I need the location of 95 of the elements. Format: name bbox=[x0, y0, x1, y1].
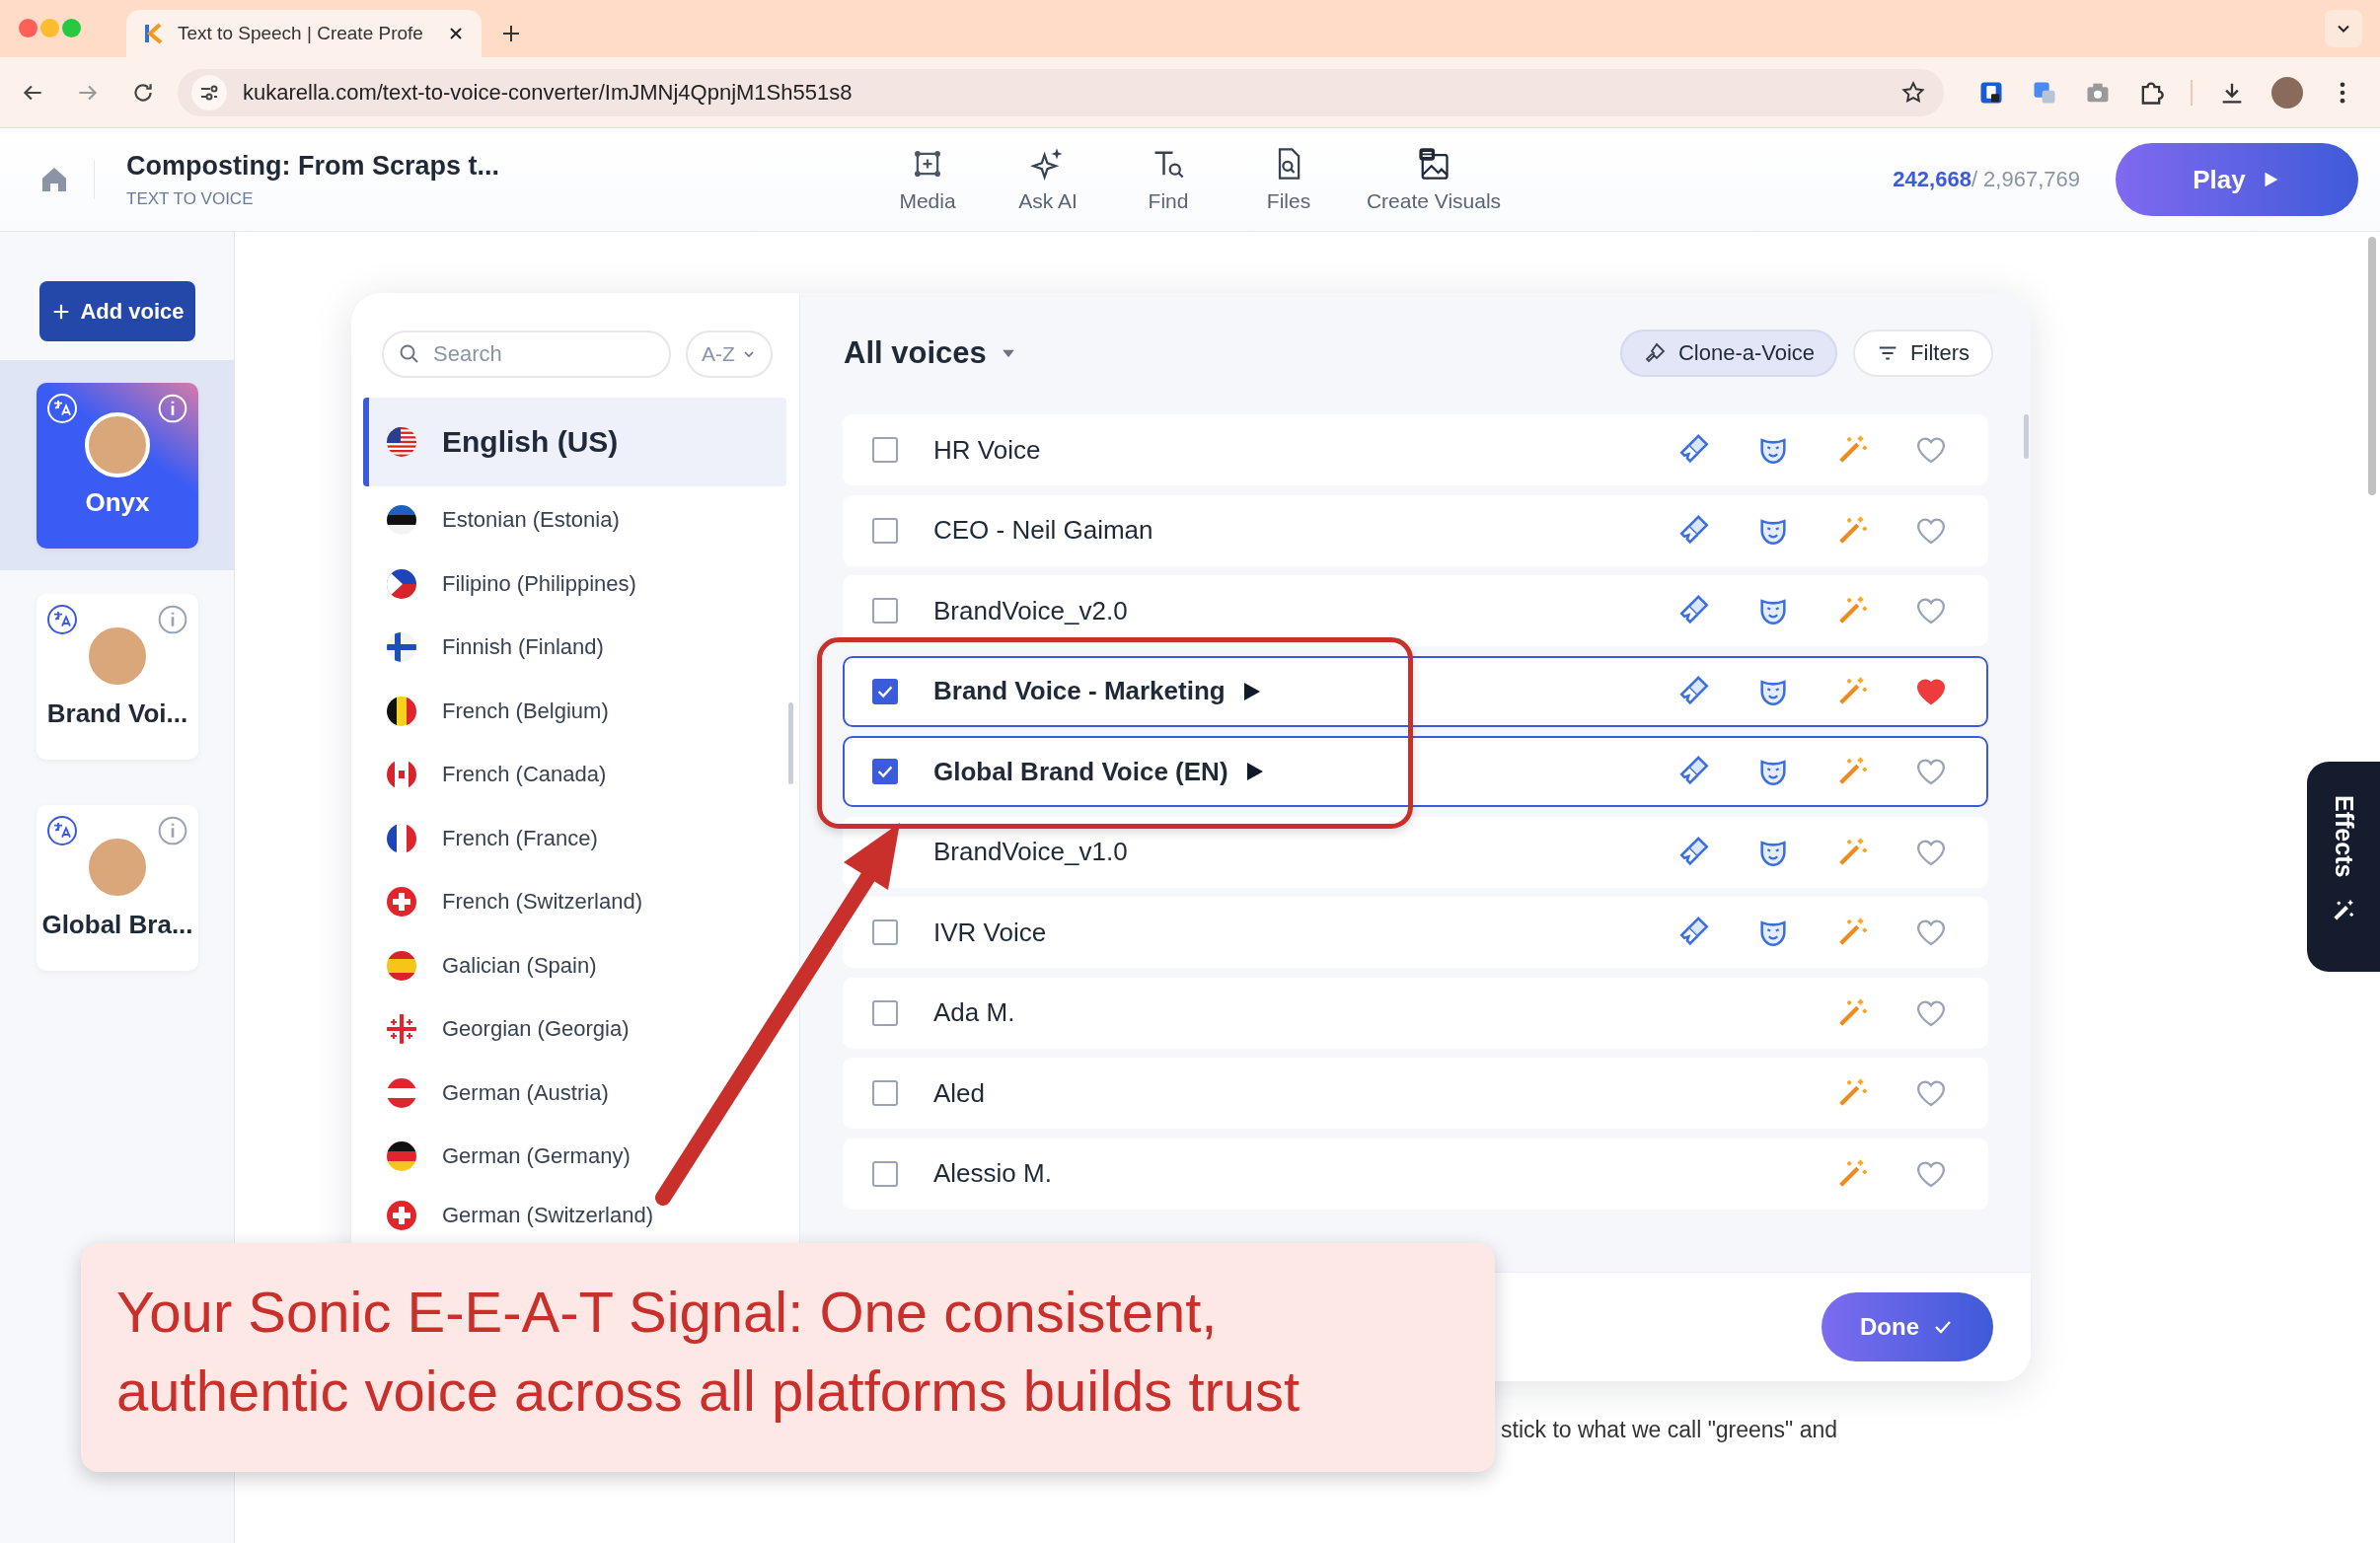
callout-text: Your Sonic E-E-A-T Signal: One consistent, authentic voice across all platforms builds trust bbox=[116, 1279, 1302, 1425]
info-icon[interactable] bbox=[157, 604, 188, 635]
voice-row[interactable]: Brand Voice - Marketing bbox=[843, 655, 1988, 727]
voice-row[interactable]: CEO - Neil Gaiman bbox=[843, 494, 1988, 566]
scrollbar-thumb[interactable] bbox=[788, 702, 793, 784]
close-window-button[interactable] bbox=[19, 19, 37, 37]
play-button[interactable]: Play bbox=[2116, 143, 2358, 216]
voice-name: Global Bra... bbox=[41, 910, 193, 940]
checkbox[interactable] bbox=[872, 517, 898, 544]
language-item[interactable]: Finnish (Finland) bbox=[363, 616, 786, 680]
toolbar-button[interactable]: Files bbox=[1228, 146, 1349, 213]
flag-icon bbox=[387, 632, 416, 663]
scrollbar-thumb[interactable] bbox=[2024, 414, 2029, 459]
project-subtitle: TEXT TO VOICE bbox=[126, 188, 255, 209]
language-item[interactable]: English (US) bbox=[363, 398, 786, 486]
zoom-window-button[interactable] bbox=[62, 19, 81, 37]
language-item[interactable]: Georgian (Georgia) bbox=[363, 997, 786, 1062]
flag-icon bbox=[387, 887, 416, 918]
browser-tab[interactable]: Text to Speech | Create Profe bbox=[126, 10, 482, 57]
flag-icon bbox=[387, 1141, 416, 1172]
checkbox[interactable] bbox=[872, 678, 898, 704]
voice-name: Aled bbox=[933, 1077, 986, 1109]
profile-avatar[interactable] bbox=[2271, 76, 2303, 109]
voice-row[interactable]: IVR Voice bbox=[843, 897, 1988, 968]
image-icon bbox=[1416, 146, 1451, 182]
toolbar-button[interactable]: Create Visuals bbox=[1349, 146, 1519, 213]
checkbox[interactable] bbox=[872, 999, 898, 1026]
voice-row[interactable]: Global Brand Voice (EN) bbox=[843, 736, 1988, 807]
bookmark-star-icon[interactable] bbox=[1900, 79, 1926, 106]
flag-icon bbox=[387, 696, 416, 726]
flag-icon bbox=[387, 950, 416, 981]
language-item[interactable]: Estonian (Estonia) bbox=[363, 488, 786, 552]
voice-name: Ada M. bbox=[933, 997, 1015, 1028]
tab-menu-button[interactable] bbox=[2325, 10, 2362, 47]
voice-name: HR Voice bbox=[933, 434, 1041, 466]
done-button[interactable]: Done bbox=[1822, 1292, 1993, 1361]
effects-tab[interactable]: Effects bbox=[2307, 762, 2380, 972]
tab-title: Text to Speech | Create Profe bbox=[178, 23, 424, 44]
flag-icon bbox=[387, 823, 416, 853]
language-item[interactable]: French (Belgium) bbox=[363, 679, 786, 743]
voice-row[interactable]: Ada M. bbox=[843, 977, 1988, 1049]
voice-name: BrandVoice_v2.0 bbox=[933, 595, 1128, 626]
flag-icon bbox=[387, 505, 416, 536]
voice-row[interactable]: Alessio M. bbox=[843, 1138, 1988, 1210]
checkbox[interactable] bbox=[872, 759, 898, 784]
language-item[interactable]: French (Switzerland) bbox=[363, 870, 786, 934]
voice-row[interactable]: BrandVoice_v1.0 bbox=[843, 816, 1988, 888]
filters-button[interactable]: Filters bbox=[1853, 330, 1993, 377]
language-item[interactable]: French (France) bbox=[363, 806, 786, 870]
search-field[interactable]: Search bbox=[382, 331, 671, 378]
voice-card[interactable]: Global Bra... bbox=[37, 805, 198, 971]
checkbox[interactable] bbox=[872, 919, 898, 945]
translate-icon[interactable] bbox=[46, 815, 78, 846]
voice-name: Alessio M. bbox=[933, 1158, 1052, 1189]
voice-name: Brand Voi... bbox=[46, 698, 188, 729]
scrollbar-thumb[interactable] bbox=[2368, 237, 2376, 495]
checkbox[interactable] bbox=[872, 598, 898, 624]
flag-icon bbox=[387, 1014, 416, 1045]
language-item[interactable]: French (Canada) bbox=[363, 743, 786, 807]
project-title[interactable]: Composting: From Scraps t... bbox=[126, 150, 500, 182]
voice-name: Global Brand Voice (EN) bbox=[933, 756, 1228, 787]
flag-icon bbox=[387, 1200, 416, 1230]
voice-row[interactable]: Aled bbox=[843, 1058, 1988, 1129]
voice-filter-dropdown[interactable]: All voices bbox=[844, 335, 987, 371]
language-item[interactable]: German (Switzerland) bbox=[363, 1188, 786, 1242]
voice-name: BrandVoice_v1.0 bbox=[933, 837, 1128, 867]
toolbar-button[interactable]: Find bbox=[1108, 146, 1228, 213]
language-item[interactable]: German (Austria) bbox=[363, 1061, 786, 1125]
document-text: stick to what we call "greens" and bbox=[1501, 1417, 1839, 1443]
checkbox[interactable] bbox=[872, 1160, 898, 1187]
language-item[interactable]: Galician (Spain) bbox=[363, 933, 786, 997]
url-text: kukarella.com/text-to-voice-converter/ImJMNj4QpnjM1Sh551s8 bbox=[243, 79, 854, 106]
info-icon[interactable] bbox=[157, 815, 188, 846]
translate-icon[interactable] bbox=[46, 604, 78, 635]
add-voice-button[interactable]: Add voice bbox=[39, 281, 195, 341]
checkbox[interactable] bbox=[872, 437, 898, 463]
flag-icon bbox=[387, 1077, 416, 1108]
language-item[interactable]: German (Germany) bbox=[363, 1125, 786, 1189]
checkbox[interactable] bbox=[872, 1080, 898, 1106]
character-count: 242,668/ 2,967,769 bbox=[1893, 167, 2080, 192]
clone-voice-button[interactable]: Clone-a-Voice bbox=[1620, 330, 1837, 377]
voice-card[interactable]: Brand Voi... bbox=[37, 594, 198, 760]
voice-row[interactable]: BrandVoice_v2.0 bbox=[843, 575, 1988, 646]
flag-icon bbox=[387, 568, 416, 599]
voice-name: Brand Voice - Marketing bbox=[933, 676, 1226, 706]
site-settings-icon[interactable] bbox=[191, 74, 227, 110]
voice-name: CEO - Neil Gaiman bbox=[933, 515, 1153, 546]
address-bar[interactable]: kukarella.com/text-to-voice-converter/ImJMNj4QpnjM1Sh551s8 bbox=[178, 68, 1944, 116]
voice-name: IVR Voice bbox=[933, 917, 1047, 948]
toolbar-button[interactable]: Ask AI bbox=[988, 146, 1108, 213]
language-item[interactable]: Filipino (Philippines) bbox=[363, 551, 786, 616]
flag-icon bbox=[387, 427, 416, 457]
voice-name: Onyx bbox=[85, 487, 150, 518]
voice-row[interactable]: HR Voice bbox=[843, 414, 1988, 485]
toolbar-button[interactable]: Media bbox=[867, 146, 988, 213]
